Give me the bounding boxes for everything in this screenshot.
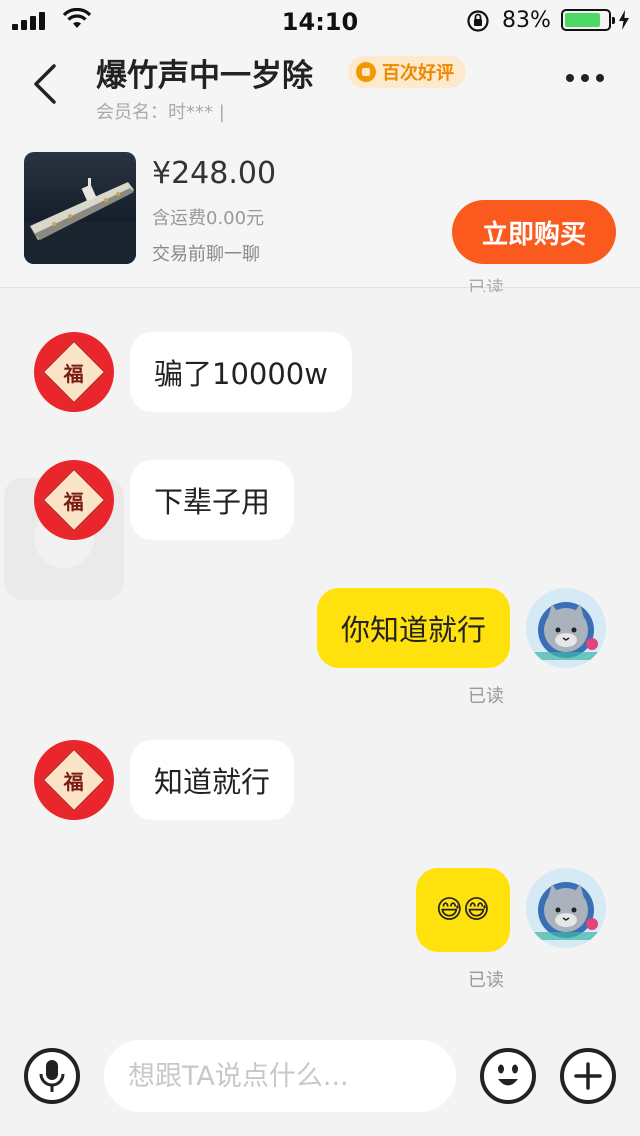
message-bubble[interactable]: 知道就行 — [130, 740, 295, 820]
seller-avatar[interactable]: 福 — [34, 332, 114, 412]
chat-header: 爆竹声中一岁除 百次好评 会员名：时*** | — [0, 40, 640, 132]
product-card[interactable]: ¥248.00 含运费0.00元 交易前聊一聊 立即购买 — [0, 132, 640, 288]
charging-icon — [619, 10, 629, 30]
more-dot — [596, 74, 604, 82]
shipping-fee: 含运费0.00元 — [152, 208, 265, 229]
microphone-icon — [39, 1060, 65, 1092]
my-avatar[interactable] — [526, 868, 606, 948]
fu-icon: 福 — [41, 467, 107, 533]
voice-button[interactable] — [24, 1048, 80, 1104]
cat-astronaut-icon — [526, 588, 606, 668]
emoji-button[interactable] — [480, 1048, 536, 1104]
fu-icon: 福 — [41, 747, 107, 813]
my-emoji-bubble[interactable]: 😅😅 — [415, 868, 510, 952]
back-button[interactable] — [26, 62, 66, 106]
chat-hint: 交易前聊一聊 — [152, 244, 260, 265]
orientation-lock-icon — [467, 10, 489, 32]
product-image[interactable] — [24, 152, 136, 264]
fu-char: 福 — [64, 361, 84, 386]
seller-avatar[interactable]: 福 — [34, 740, 114, 820]
more-button[interactable] — [566, 74, 604, 82]
add-button[interactable] — [560, 1048, 616, 1104]
smiley-icon — [498, 1064, 518, 1086]
input-bar — [0, 1028, 640, 1136]
read-status: 已读 — [468, 970, 504, 991]
fu-char: 福 — [64, 769, 84, 794]
product-price: ¥248.00 — [152, 156, 277, 191]
medal-icon — [356, 62, 376, 82]
cat-astronaut-icon — [526, 868, 606, 948]
fu-char: 福 — [64, 489, 84, 514]
message-bubble[interactable]: 骗了10000w — [130, 332, 352, 412]
seller-name: 爆竹声中一岁除 — [96, 58, 313, 94]
my-message-bubble[interactable]: 你知道就行 — [316, 588, 510, 668]
read-status: 已读 — [468, 686, 504, 707]
buy-now-button[interactable]: 立即购买 — [452, 200, 616, 264]
battery-percent: 83% — [502, 8, 551, 33]
member-name: 会员名：时*** | — [96, 102, 225, 123]
more-dot — [566, 74, 574, 82]
my-avatar[interactable] — [526, 588, 606, 668]
sweat-smile-emoji: 😅😅 — [435, 895, 490, 925]
status-bar: 14:10 83% — [0, 0, 640, 40]
review-badge[interactable]: 百次好评 — [348, 56, 466, 88]
battery-icon — [561, 9, 615, 31]
message-input[interactable] — [104, 1040, 456, 1112]
battery-fill — [565, 13, 600, 27]
plus-icon — [574, 1062, 602, 1090]
read-status-clipped: 已读 — [468, 278, 504, 299]
review-badge-label: 百次好评 — [382, 63, 454, 84]
more-dot — [581, 74, 589, 82]
fu-icon: 福 — [41, 339, 107, 405]
aircraft-carrier-image — [24, 178, 136, 264]
message-bubble[interactable]: 下辈子用 — [130, 460, 295, 540]
seller-avatar[interactable]: 福 — [34, 460, 114, 540]
